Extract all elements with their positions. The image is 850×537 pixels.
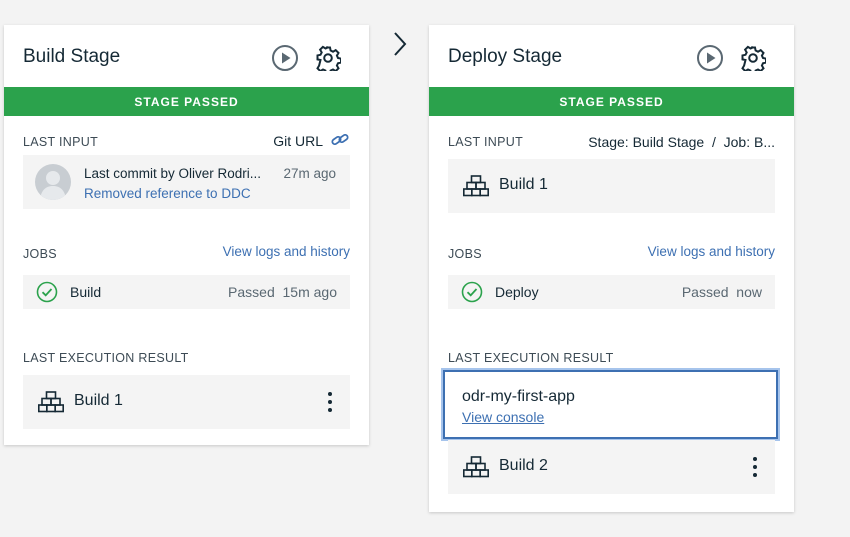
jobs-label: JOBS [448, 247, 482, 261]
job-status: Passed 15m ago [228, 284, 337, 300]
input-source[interactable]: Stage: Build Stage / Job: B... [588, 134, 775, 150]
build-name: Build 1 [499, 176, 548, 193]
stage-status-bar: STAGE PASSED [4, 87, 369, 116]
overflow-menu-button[interactable] [320, 389, 340, 415]
blocks-icon [463, 175, 489, 197]
execution-result-popup[interactable]: odr-my-first-app View console [443, 370, 778, 439]
gear-icon [741, 45, 766, 71]
job-row-build[interactable]: Build Passed 15m ago [23, 275, 350, 309]
check-circle-icon [461, 281, 483, 303]
stage-status-bar: STAGE PASSED [429, 87, 794, 116]
input-build-tile[interactable]: Build 1 [448, 159, 775, 213]
chevron-right-icon [394, 32, 407, 56]
build-name: Build 2 [499, 457, 548, 474]
overflow-menu-button[interactable] [745, 454, 765, 480]
stage-settings-button[interactable] [738, 43, 768, 73]
run-stage-button[interactable] [270, 43, 300, 73]
job-status: Passed now [681, 284, 762, 300]
commit-author: Last commit by Oliver Rodri... [84, 166, 262, 181]
blocks-icon [38, 391, 64, 413]
build-name: Build 1 [74, 392, 123, 409]
check-circle-icon [36, 281, 58, 303]
job-name: Deploy [495, 284, 539, 300]
stage-header: Build Stage [4, 25, 369, 87]
stage-header: Deploy Stage [429, 25, 794, 87]
build-stage-card: Build Stage STAGE PASSED LAST INPUT Git … [4, 25, 369, 445]
last-input-label: LAST INPUT [448, 135, 524, 149]
kebab-icon [328, 392, 332, 412]
jobs-label: JOBS [23, 247, 57, 261]
input-source: Git URL [273, 133, 323, 149]
view-console-link[interactable]: View console [462, 409, 544, 425]
avatar [35, 164, 71, 200]
stage-settings-button[interactable] [313, 43, 343, 73]
view-logs-link[interactable]: View logs and history [648, 244, 775, 259]
view-logs-link[interactable]: View logs and history [223, 244, 350, 259]
job-name: Build [70, 284, 102, 300]
stage-title: Deploy Stage [448, 46, 563, 67]
last-execution-label: LAST EXECUTION RESULT [448, 351, 614, 365]
stage-title: Build Stage [23, 46, 121, 67]
last-execution-label: LAST EXECUTION RESULT [23, 351, 189, 365]
build-result-tile[interactable]: Build 2 [448, 440, 775, 494]
app-name: odr-my-first-app [462, 388, 575, 405]
kebab-icon [753, 457, 757, 477]
commit-message-link[interactable]: Removed reference to DDC [84, 186, 251, 201]
play-icon [697, 45, 723, 71]
deploy-stage-card: Deploy Stage STAGE PASSED LAST INPUT Sta… [429, 25, 794, 512]
play-icon [272, 45, 298, 71]
gear-icon [316, 45, 341, 71]
build-result-tile[interactable]: Build 1 [23, 375, 350, 429]
commit-time: 27m ago [283, 166, 336, 181]
last-commit-tile[interactable]: Last commit by Oliver Rodri... 27m ago R… [23, 155, 350, 209]
run-stage-button[interactable] [695, 43, 725, 73]
link-icon[interactable] [330, 131, 350, 149]
last-input-label: LAST INPUT [23, 135, 99, 149]
blocks-icon [463, 456, 489, 478]
job-row-deploy[interactable]: Deploy Passed now [448, 275, 775, 309]
